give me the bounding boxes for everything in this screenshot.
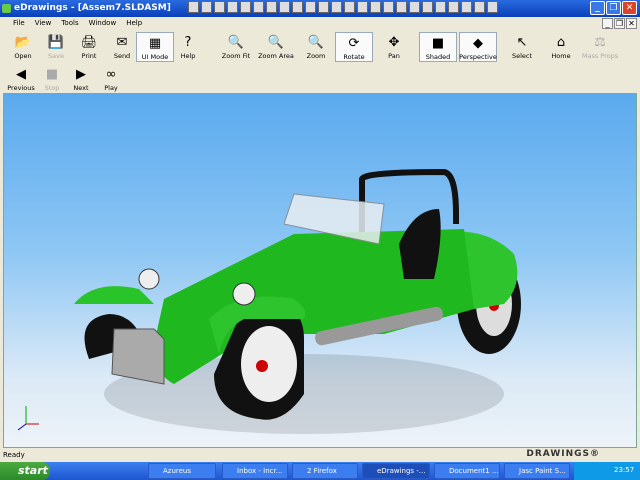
zoom-fit-button[interactable]: 🔍 Zoom Fit — [217, 32, 255, 62]
save-icon: 💾 — [47, 34, 65, 50]
next-icon: ▶ — [76, 66, 86, 82]
seat — [399, 209, 441, 279]
button-label: Zoom Area — [258, 52, 294, 60]
pan-button[interactable]: ✥ Pan — [375, 32, 413, 62]
right-headlight — [232, 282, 256, 306]
zoom-area-button[interactable]: 🔍 Zoom Area — [257, 32, 295, 62]
front-left-fender — [74, 286, 154, 304]
menu-tools[interactable]: Tools — [56, 17, 83, 31]
home-icon: ⌂ — [556, 34, 566, 50]
zoom-fit-icon: 🔍 — [227, 34, 245, 50]
edrawings-app-icon — [2, 4, 11, 13]
button-label: Play — [104, 84, 118, 92]
help-icon: ? — [184, 34, 192, 50]
mass-props-button[interactable]: ⚖ Mass Props — [581, 32, 619, 62]
axis-triad-icon — [17, 406, 39, 431]
select-arrow-icon: ↖ — [516, 34, 528, 50]
menu-window[interactable]: Window — [84, 17, 122, 31]
minimize-button[interactable]: _ — [590, 1, 605, 15]
task-inbox[interactable]: Inbox - Incr... — [222, 463, 288, 479]
button-label: Zoom Fit — [221, 52, 251, 60]
button-label: Save — [48, 52, 64, 60]
left-headlight — [138, 268, 160, 290]
stop-icon: ■ — [45, 66, 59, 82]
clock: 23:57 — [614, 466, 635, 474]
perspective-cube-icon: ◆ — [473, 35, 483, 51]
button-label: Next — [73, 84, 89, 92]
select-button[interactable]: ↖ Select — [503, 32, 541, 62]
print-icon: 🖨 — [80, 34, 98, 50]
system-tray: 23:57 — [574, 462, 640, 480]
title-bar: eDrawings - [Assem7.SLDASM] _ ❐ ✕ — [0, 0, 640, 17]
help-button[interactable]: ? Help — [169, 32, 207, 62]
zoom-button[interactable]: 🔍 Zoom — [297, 32, 335, 62]
quick-launch-icons[interactable] — [188, 1, 498, 13]
perspective-button[interactable]: ◆ Perspective — [459, 32, 497, 62]
button-label: Help — [180, 52, 196, 60]
grille — [111, 328, 165, 385]
3d-viewport[interactable] — [3, 93, 637, 448]
start-button[interactable]: start — [0, 462, 50, 480]
menu-help[interactable]: Help — [121, 17, 147, 31]
maximize-button[interactable]: ❐ — [606, 1, 621, 15]
button-label: Stop — [44, 84, 60, 92]
button-label: Zoom — [306, 52, 326, 60]
menu-file[interactable]: File — [8, 17, 30, 31]
button-label: Shaded — [425, 53, 451, 61]
shaded-cube-icon: ■ — [431, 35, 445, 51]
button-label: Previous — [7, 84, 35, 92]
play-button[interactable]: ∞ Play — [92, 64, 130, 94]
doc-restore-button[interactable]: ❐ — [614, 18, 625, 29]
status-text: Ready — [3, 451, 25, 459]
task-jasc-paint[interactable]: Jasc Paint S... — [504, 463, 570, 479]
home-button[interactable]: ⌂ Home — [542, 32, 580, 62]
previous-icon: ◀ — [16, 66, 26, 82]
play-icon: ∞ — [105, 66, 117, 82]
shaded-button[interactable]: ■ Shaded — [419, 32, 457, 62]
close-button[interactable]: ✕ — [622, 1, 637, 15]
doc-minimize-button[interactable]: _ — [602, 18, 613, 29]
button-label: UI Mode — [141, 53, 169, 61]
car-model — [17, 168, 521, 434]
rotate-icon: ⟳ — [348, 35, 360, 51]
task-azureus[interactable]: Azureus — [148, 463, 216, 479]
button-label: Mass Props — [581, 52, 619, 60]
folder-open-icon: 📂 — [14, 34, 32, 50]
menu-bar: File View Tools Window Help — [0, 17, 640, 31]
button-label: Perspective — [459, 53, 497, 61]
button-label: Print — [81, 52, 97, 60]
window-title: eDrawings - [Assem7.SLDASM] — [14, 3, 171, 13]
button-label: Open — [14, 52, 32, 60]
zoom-icon: 🔍 — [307, 34, 325, 50]
button-label: Home — [551, 52, 571, 60]
doc-close-button[interactable]: ✕ — [626, 18, 637, 29]
pan-icon: ✥ — [388, 34, 400, 50]
task-document1[interactable]: Document1 ... — [434, 463, 500, 479]
edrawings-logo: DRAWINGS® — [526, 449, 600, 459]
button-label: Send — [113, 52, 131, 60]
rotate-button[interactable]: ⟳ Rotate — [335, 32, 373, 62]
button-label: Rotate — [343, 53, 365, 61]
task-firefox[interactable]: 2 Firefox — [292, 463, 358, 479]
mass-props-icon: ⚖ — [594, 34, 606, 50]
task-edrawings[interactable]: eDrawings -... — [362, 463, 430, 479]
zoom-area-icon: 🔍 — [267, 34, 285, 50]
taskbar: start Azureus Inbox - Incr... 2 Firefox … — [0, 462, 640, 480]
menu-view[interactable]: View — [30, 17, 57, 31]
button-label: Pan — [388, 52, 400, 60]
ui-mode-icon: ▦ — [148, 35, 162, 51]
send-icon: ✉ — [116, 34, 128, 50]
button-label: Select — [511, 52, 533, 60]
